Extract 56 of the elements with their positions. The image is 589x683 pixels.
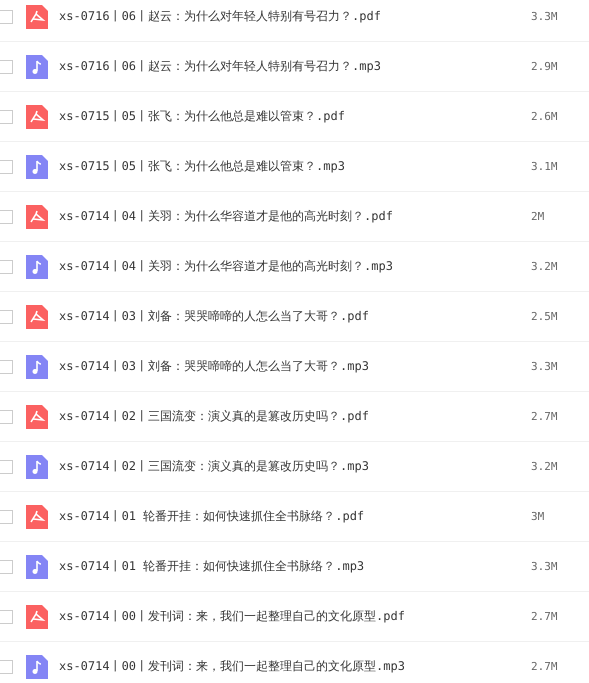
checkbox[interactable]: [0, 360, 13, 374]
pdf-file-icon: [26, 204, 48, 228]
checkbox[interactable]: [0, 560, 13, 574]
checkbox[interactable]: [0, 610, 13, 624]
file-size: 3.2M: [531, 260, 558, 273]
file-size: 2.7M: [531, 660, 558, 673]
file-name[interactable]: xs-0714丨02丨三国流变：演义真的是篡改历史吗？.mp3: [59, 458, 531, 475]
file-size: 3M: [531, 510, 544, 523]
file-size: 3.1M: [531, 160, 558, 173]
checkbox[interactable]: [0, 210, 13, 224]
music-file-icon: [26, 354, 48, 378]
checkbox[interactable]: [0, 310, 13, 324]
file-size: 3.3M: [531, 360, 558, 373]
file-size: 3.3M: [531, 10, 558, 23]
file-size: 2M: [531, 210, 544, 223]
pdf-file-icon: [26, 504, 48, 528]
pdf-file-icon: [26, 304, 48, 328]
file-name[interactable]: xs-0714丨03丨刘备：哭哭啼啼的人怎么当了大哥？.mp3: [59, 358, 531, 375]
music-file-icon: [26, 254, 48, 278]
checkbox[interactable]: [0, 160, 13, 174]
file-name[interactable]: xs-0716丨06丨赵云：为什么对年轻人特别有号召力？.mp3: [59, 58, 531, 75]
music-file-icon: [26, 154, 48, 178]
file-size: 2.6M: [531, 110, 558, 123]
checkbox[interactable]: [0, 60, 13, 74]
checkbox[interactable]: [0, 510, 13, 524]
file-name[interactable]: xs-0715丨05丨张飞：为什么他总是难以管束？.pdf: [59, 108, 531, 125]
file-size: 3.3M: [531, 560, 558, 573]
checkbox[interactable]: [0, 10, 13, 24]
file-name[interactable]: xs-0714丨02丨三国流变：演义真的是篡改历史吗？.pdf: [59, 408, 531, 425]
file-size: 2.9M: [531, 60, 558, 73]
file-name[interactable]: xs-0715丨05丨张飞：为什么他总是难以管束？.mp3: [59, 158, 531, 175]
file-size: 2.7M: [531, 610, 558, 623]
music-file-icon: [26, 454, 48, 478]
file-size: 2.7M: [531, 410, 558, 423]
file-name[interactable]: xs-0714丨01 轮番开挂：如何快速抓住全书脉络？.pdf: [59, 508, 531, 525]
file-name[interactable]: xs-0714丨04丨关羽：为什么华容道才是他的高光时刻？.mp3: [59, 258, 531, 275]
file-name[interactable]: xs-0716丨06丨赵云：为什么对年轻人特别有号召力？.pdf: [59, 8, 531, 25]
file-size: 3.2M: [531, 460, 558, 473]
file-name[interactable]: xs-0714丨00丨发刊词：来，我们一起整理自己的文化原型.mp3: [59, 658, 531, 675]
file-name[interactable]: xs-0714丨00丨发刊词：来，我们一起整理自己的文化原型.pdf: [59, 608, 531, 625]
checkbox[interactable]: [0, 660, 13, 674]
pdf-file-icon: [26, 604, 48, 628]
music-file-icon: [26, 54, 48, 78]
pdf-file-icon: [26, 4, 48, 28]
checkbox[interactable]: [0, 410, 13, 424]
checkbox[interactable]: [0, 260, 13, 274]
file-size: 2.5M: [531, 310, 558, 323]
file-name[interactable]: xs-0714丨04丨关羽：为什么华容道才是他的高光时刻？.pdf: [59, 208, 531, 225]
file-name[interactable]: xs-0714丨03丨刘备：哭哭啼啼的人怎么当了大哥？.pdf: [59, 308, 531, 325]
pdf-file-icon: [26, 404, 48, 428]
checkbox[interactable]: [0, 110, 13, 124]
file-name[interactable]: xs-0714丨01 轮番开挂：如何快速抓住全书脉络？.mp3: [59, 558, 531, 575]
music-file-icon: [26, 554, 48, 578]
pdf-file-icon: [26, 104, 48, 128]
music-file-icon: [26, 654, 48, 678]
checkbox[interactable]: [0, 460, 13, 474]
